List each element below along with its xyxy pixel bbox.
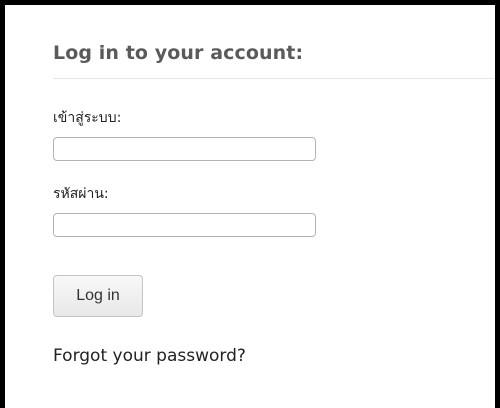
login-button[interactable]: Log in (53, 275, 143, 317)
login-heading: Log in to your account: (53, 42, 304, 64)
login-panel: Log in to your account: เข้าสู่ระบบ: รหั… (5, 5, 495, 408)
heading-divider (53, 78, 495, 79)
password-label: รหัสผ่าน: (53, 186, 109, 202)
username-input[interactable] (53, 137, 316, 161)
password-input[interactable] (53, 213, 316, 237)
forgot-password-link[interactable]: Forgot your password? (53, 346, 246, 366)
username-label: เข้าสู่ระบบ: (53, 110, 122, 126)
